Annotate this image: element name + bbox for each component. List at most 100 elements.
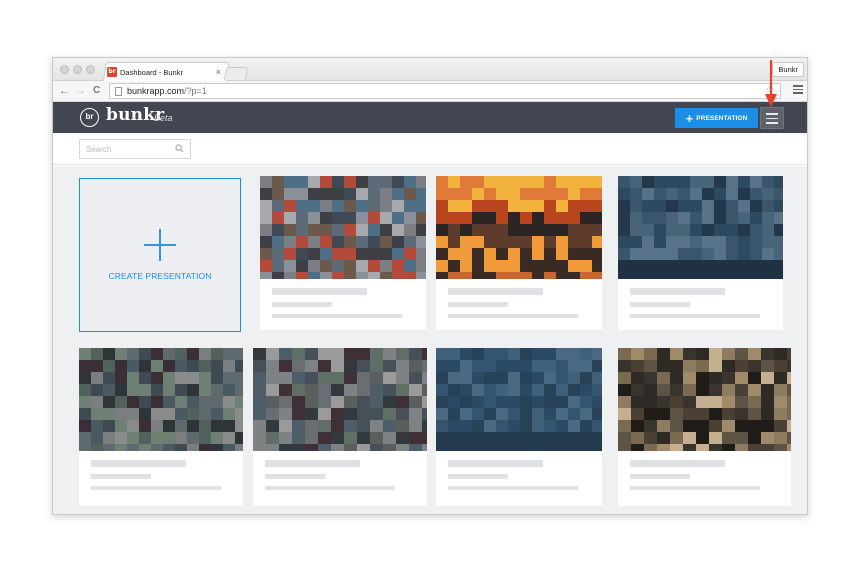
thumbnail-pixel [320,236,332,248]
window-close-icon[interactable] [60,65,69,74]
forward-arrow-icon[interactable]: → [75,84,86,98]
thumbnail-pixel [103,444,115,451]
thumbnail-pixel [331,384,344,396]
new-tab-button[interactable] [223,67,249,80]
thumbnail-pixel [644,408,657,420]
thumbnail-pixel [460,432,472,444]
tab-close-icon[interactable]: × [216,67,221,77]
thumbnail-pixel [696,396,709,408]
thumbnail-pixel [279,348,292,360]
thumbnail-pixel [580,396,592,408]
thumbnail-pixel [396,420,409,432]
thumbnail-pixel [580,372,592,384]
thumbnail-pixel [416,188,426,200]
thumbnail-pixel [175,420,187,432]
thumbnail-pixel [332,212,344,224]
thumbnail-pixel [448,200,460,212]
thumbnail-pixel [344,432,357,444]
thumbnail-pixel [709,396,722,408]
search-icon[interactable] [175,144,184,153]
thumbnail-pixel [272,224,284,236]
thumbnail-pixel [344,420,357,432]
thumbnail-pixel [568,420,580,432]
thumbnail-pixel [396,396,409,408]
thumbnail-pixel [139,420,151,432]
back-arrow-icon[interactable]: ← [59,84,70,98]
plus-icon: + [685,110,694,126]
presentation-card[interactable] [618,348,791,506]
thumbnail-pixel [702,236,714,248]
thumbnail-pixel [761,444,774,451]
thumbnail-pixel [368,248,380,260]
thumbnail-pixel [260,272,272,279]
reload-icon[interactable]: C [93,84,100,98]
thumbnail-pixel [187,408,199,420]
thumbnail-pixel [409,408,422,420]
thumbnail-pixel [127,408,139,420]
browser-menu-icon[interactable] [793,85,803,94]
thumbnail-pixel [644,384,657,396]
thumbnail-pixel [357,432,370,444]
profile-button[interactable]: Bunkr [772,62,804,77]
thumbnail-pixel [272,212,284,224]
thumbnail-pixel [532,348,544,360]
thumbnail-pixel [642,188,654,200]
thumbnail-pixel [79,408,91,420]
thumbnail-pixel [520,212,532,224]
thumbnail-pixel [618,236,630,248]
thumbnail-pixel [211,360,223,372]
thumbnail-pixel [520,236,532,248]
thumbnail-pixel [690,236,702,248]
thumbnail-pixel [618,384,631,396]
browser-tab-content[interactable]: br Dashboard - Bunkr × [107,64,225,80]
window-minimize-icon[interactable] [73,65,82,74]
create-presentation-card[interactable]: CREATE PRESENTATION [79,178,241,332]
thumbnail-pixel [396,444,409,451]
browser-window: br Dashboard - Bunkr × Bunkr ← → C bunkr… [52,57,808,515]
thumbnail-pixel [556,260,568,272]
thumbnail-pixel [630,248,642,260]
thumbnail-pixel [644,372,657,384]
thumbnail-pixel [618,176,630,188]
thumbnail-pixel [630,188,642,200]
thumbnail-pixel [279,372,292,384]
thumbnail-pixel [787,396,791,408]
presentation-thumbnail [436,176,602,279]
window-zoom-icon[interactable] [86,65,95,74]
presentation-card[interactable] [436,348,602,506]
thumbnail-pixel [544,360,556,372]
presentation-card[interactable] [79,348,243,506]
thumbnail-pixel [260,188,272,200]
thumbnail-pixel [292,396,305,408]
thumbnail-pixel [272,260,284,272]
search-input[interactable] [80,140,170,158]
thumbnail-pixel [774,212,783,224]
new-presentation-button[interactable]: + PRESENTATION [675,108,758,128]
presentation-card[interactable] [253,348,427,506]
thumbnail-pixel [380,188,392,200]
thumbnail-pixel [714,200,726,212]
bunkr-logo-icon[interactable]: br [80,108,99,127]
thumbnail-pixel [496,188,508,200]
thumbnail-pixel [318,444,331,451]
thumbnail-pixel [260,224,272,236]
thumbnail-pixel [670,372,683,384]
presentation-card[interactable] [436,176,602,330]
address-bar[interactable]: bunkrapp.com/?p=1 ☆ [109,83,781,99]
thumbnail-pixel [702,272,714,279]
thumbnail-pixel [544,176,556,188]
thumbnail-pixel [678,188,690,200]
presentation-card[interactable] [618,176,783,330]
thumbnail-pixel [357,396,370,408]
thumbnail-pixel [556,420,568,432]
thumbnail-pixel [368,236,380,248]
thumbnail-pixel [618,200,630,212]
hamburger-menu-button[interactable] [760,107,784,129]
thumbnail-pixel [544,408,556,420]
thumbnail-pixel [787,408,791,420]
thumbnail-pixel [670,432,683,444]
presentation-card[interactable] [260,176,426,330]
thumbnail-pixel [79,420,91,432]
thumbnail-pixel [356,272,368,279]
thumbnail-pixel [344,348,357,360]
